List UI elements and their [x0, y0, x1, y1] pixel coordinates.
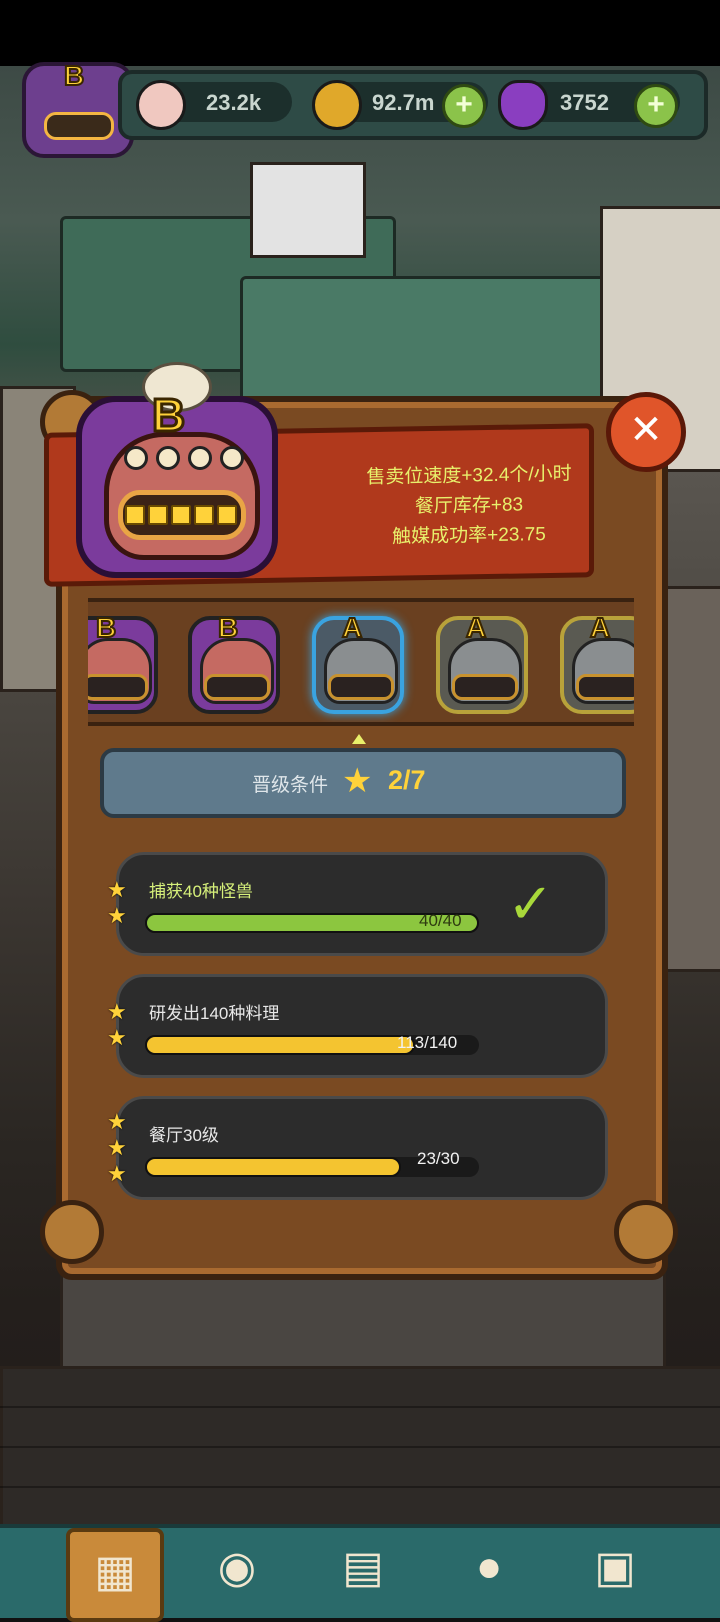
close-button[interactable]: ✕	[606, 392, 686, 472]
bonus-line: 售卖位速度+32.4个/小时	[366, 463, 572, 489]
inventory-grid-icon: ▣	[594, 1543, 636, 1592]
close-icon: ✕	[629, 408, 663, 452]
nav-recipe-book[interactable]: ▤	[318, 1528, 408, 1614]
coin-resource[interactable]: 92.7m +	[312, 80, 488, 130]
grade-option-selected[interactable]: A	[312, 611, 404, 714]
monster-badge: B	[76, 362, 278, 578]
add-coin-button[interactable]: +	[442, 84, 486, 128]
eyeball-value: 23.2k	[206, 90, 262, 115]
cauldron-icon: ◉	[217, 1543, 257, 1592]
eyeball-icon	[136, 80, 186, 130]
basement-wall	[0, 1366, 720, 1532]
eyeball-resource[interactable]: 23.2k	[136, 80, 292, 130]
requirement-title: 研发出140种料理	[149, 1004, 280, 1023]
potion-resource[interactable]: 3752 +	[498, 80, 680, 130]
grade-option[interactable]: A	[436, 611, 528, 714]
coin-icon	[312, 80, 362, 130]
scroll-ornament	[40, 1200, 104, 1264]
requirement-row: ★ ★ ★ 餐厅30级 23/30	[107, 1096, 608, 1200]
bonus-line: 触媒成功率+23.75	[392, 524, 546, 548]
progress-fill	[145, 1035, 415, 1055]
star-icon: ★ ★ ★	[107, 1109, 127, 1186]
resource-bar: 23.2k 92.7m + 3752 +	[118, 70, 708, 140]
monster-grade: B	[150, 388, 186, 443]
star-icon: ★ ★	[107, 877, 127, 928]
money-bag-icon: ●	[475, 1542, 503, 1591]
nav-inventory[interactable]: ▣	[570, 1528, 660, 1614]
grade-option[interactable]: A	[560, 611, 634, 714]
progress-fill	[145, 1157, 402, 1177]
coin-value: 92.7m	[372, 90, 435, 115]
grade-option[interactable]: B	[188, 611, 280, 714]
requirement-row: ★ ★ 研发出140种料理 113/140	[107, 974, 608, 1078]
grade-carousel[interactable]: B B A A A	[88, 598, 634, 726]
progress-text: 23/30	[417, 1149, 460, 1168]
scroll-ornament	[614, 1200, 678, 1264]
selection-indicator	[352, 734, 366, 744]
nav-cauldron[interactable]: ◉	[192, 1528, 282, 1614]
nav-money-bag[interactable]: ●	[444, 1528, 534, 1614]
recipe-book-icon: ▤	[342, 1543, 384, 1592]
status-bar	[0, 0, 720, 66]
requirement-row: ★ ★ 捕获40种怪兽 40/40 ✓	[107, 852, 608, 956]
bonus-line: 餐厅库存+83	[414, 494, 524, 518]
player-badge-mouth	[44, 112, 114, 140]
grade-option[interactable]: B	[88, 611, 158, 714]
requirements-count: 2/7	[388, 765, 426, 795]
star-icon: ★	[342, 762, 373, 800]
progress-text: 113/140	[397, 1033, 458, 1052]
bottom-nav: ▦ ◉ ▤ ● ▣	[0, 1524, 720, 1622]
requirement-title: 捕获40种怪兽	[149, 882, 253, 901]
nav-restaurant[interactable]: ▦	[66, 1528, 164, 1622]
add-potion-button[interactable]: +	[634, 84, 678, 128]
monster-mouth	[118, 490, 246, 540]
requirements-label: 晋级条件	[252, 775, 329, 796]
potion-icon	[498, 80, 548, 130]
building	[250, 162, 366, 258]
potion-value: 3752	[560, 90, 609, 115]
requirement-title: 餐厅30级	[149, 1126, 219, 1145]
upgrade-requirements-header: 晋级条件 ★ 2/7	[100, 748, 626, 818]
player-grade: B	[63, 59, 85, 92]
star-icon: ★ ★	[107, 999, 127, 1050]
progress-text: 40/40	[419, 911, 462, 930]
restaurant-icon: ▦	[94, 1547, 136, 1596]
checkmark-icon: ✓	[507, 872, 554, 935]
